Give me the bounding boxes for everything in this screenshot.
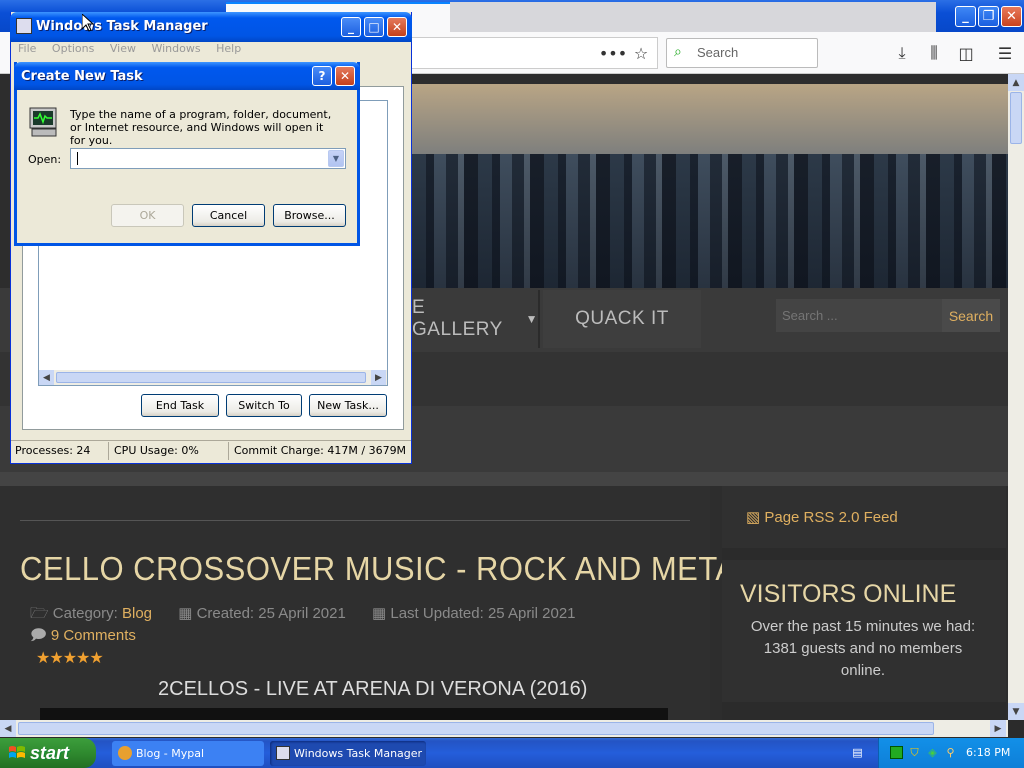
site-search-button[interactable]: Search <box>942 299 1000 332</box>
taskbar-item-blog[interactable]: Blog - Mypal <box>112 741 264 766</box>
tm-close-button[interactable]: ✕ <box>387 17 407 37</box>
status-divider <box>228 442 229 460</box>
sidebar-icon[interactable]: ◫ <box>956 43 976 63</box>
comments-row[interactable]: 🗩 9 Comments <box>30 625 136 650</box>
horizontal-scroll-thumb[interactable] <box>18 722 934 735</box>
text-cursor <box>77 152 78 165</box>
search-tray-icon[interactable]: ⚲ <box>944 746 957 759</box>
search-icon: ⌕ <box>674 44 682 60</box>
open-combobox[interactable] <box>70 148 346 169</box>
menu-item-quack-it[interactable]: QUACK IT <box>543 290 701 348</box>
mouse-pointer-icon <box>81 12 95 32</box>
menu-options[interactable]: Options <box>52 42 94 55</box>
video-title: 2CELLOS - LIVE AT ARENA DI VERONA (2016) <box>158 678 588 700</box>
comments-link[interactable]: 9 Comments <box>51 627 136 644</box>
scroll-up-arrow-icon[interactable]: ▲ <box>1008 74 1024 91</box>
network-icon[interactable]: ◈ <box>926 746 939 759</box>
menu-file[interactable]: File <box>18 42 36 55</box>
taskbar-item-task-manager[interactable]: Windows Task Manager <box>270 741 426 766</box>
more-icon[interactable]: ••• <box>599 43 627 63</box>
cpu-usage: CPU Usage: 0% <box>114 444 199 457</box>
divider <box>20 520 690 521</box>
browse-button[interactable]: Browse... <box>273 204 346 227</box>
calendar-icon: ▦ <box>178 605 193 622</box>
new-task-button[interactable]: New Task... <box>309 394 387 417</box>
menu-item-gallery-label: E GALLERY <box>412 297 503 340</box>
keyboard-icon[interactable]: ▤ <box>851 746 864 759</box>
updated-date: Last Updated: 25 April 2021 <box>390 605 576 622</box>
caret-down-icon: ▼ <box>525 312 538 326</box>
rating-stars[interactable]: ★★★★★ <box>36 648 104 667</box>
start-label: start <box>30 742 70 763</box>
taskbar-item-label: Windows Task Manager <box>294 747 423 760</box>
processes-count: Processes: 24 <box>15 444 91 457</box>
scroll-left-arrow-icon[interactable]: ◀ <box>39 370 54 385</box>
task-manager-app-icon <box>16 18 32 34</box>
dialog-close-button[interactable]: ✕ <box>335 66 355 86</box>
content-band <box>0 472 1008 486</box>
task-manager-title: Windows Task Manager <box>36 19 208 34</box>
status-divider <box>108 442 109 460</box>
create-new-task-title: Create New Task <box>21 69 143 84</box>
tray-app-icon[interactable] <box>890 746 903 759</box>
windows-logo-icon <box>8 744 26 762</box>
dialog-description: Type the name of a program, folder, docu… <box>70 108 332 147</box>
banner-sky <box>412 84 1008 154</box>
chevron-down-icon[interactable]: ▼ <box>328 150 344 167</box>
browser-restore-button[interactable]: ❐ <box>978 6 999 27</box>
rss-icon: ▧ <box>746 509 761 526</box>
site-search-input[interactable] <box>776 299 942 332</box>
taskbar-item-label: Blog - Mypal <box>136 747 205 760</box>
menu-view[interactable]: View <box>110 42 136 55</box>
menu-icon[interactable]: ☰ <box>995 43 1015 63</box>
switch-to-button[interactable]: Switch To <box>226 394 302 417</box>
browser-close-button[interactable]: ✕ <box>1001 6 1022 27</box>
menu-help[interactable]: Help <box>216 42 241 55</box>
tm-minimize-button[interactable]: _ <box>341 17 361 37</box>
comment-icon: 🗩 <box>30 627 47 644</box>
help-button[interactable]: ? <box>312 66 332 86</box>
visitors-title: VISITORS ONLINE <box>740 580 957 608</box>
visitors-text: Over the past 15 minutes we had: 1381 gu… <box>750 618 976 679</box>
folder-icon: 🗁 <box>30 605 49 622</box>
task-manager-app-icon <box>276 746 290 760</box>
security-shield-icon[interactable]: ⛉ <box>908 746 921 759</box>
ok-button[interactable]: OK <box>111 204 184 227</box>
menu-windows[interactable]: Windows <box>151 42 200 55</box>
scroll-right-arrow-icon[interactable]: ▶ <box>990 720 1006 737</box>
vertical-scroll-thumb[interactable] <box>1010 92 1022 144</box>
scroll-down-arrow-icon[interactable]: ▼ <box>1008 703 1024 720</box>
cancel-button[interactable]: Cancel <box>192 204 265 227</box>
rss-label: Page RSS 2.0 Feed <box>764 509 898 526</box>
article-title[interactable]: CELLO CROSSOVER MUSIC - ROCK AND METAL <box>20 550 754 588</box>
category-label: Category: <box>52 605 118 622</box>
open-label: Open: <box>28 153 62 166</box>
clock: 6:18 PM <box>966 746 1011 759</box>
list-scroll-thumb[interactable] <box>56 372 366 383</box>
task-manager-menu: File Options View Windows Help <box>12 42 410 58</box>
scroll-left-arrow-icon[interactable]: ◀ <box>0 720 16 737</box>
run-computer-icon <box>28 106 60 138</box>
end-task-button[interactable]: End Task <box>141 394 219 417</box>
calendar-icon: ▦ <box>372 605 387 622</box>
video-embed[interactable] <box>40 708 668 720</box>
vertical-scrollbar[interactable] <box>1008 74 1024 720</box>
bookmark-star-icon[interactable]: ☆ <box>631 43 651 63</box>
browser-app-icon <box>118 746 132 760</box>
menu-item-gallery[interactable]: E GALLERY ▼ <box>412 290 540 348</box>
browser-minimize-button[interactable]: _ <box>955 6 976 27</box>
download-icon[interactable]: ⤓ <box>892 43 912 63</box>
commit-charge: Commit Charge: 417M / 3679M <box>234 444 407 457</box>
library-icon[interactable]: ⫼ <box>924 43 944 63</box>
scroll-right-arrow-icon[interactable]: ▶ <box>371 370 386 385</box>
category-link[interactable]: Blog <box>122 605 152 622</box>
tm-maximize-button[interactable]: □ <box>364 17 384 37</box>
created-date: Created: 25 April 2021 <box>196 605 346 622</box>
rss-link[interactable]: ▧ Page RSS 2.0 Feed <box>746 508 898 526</box>
